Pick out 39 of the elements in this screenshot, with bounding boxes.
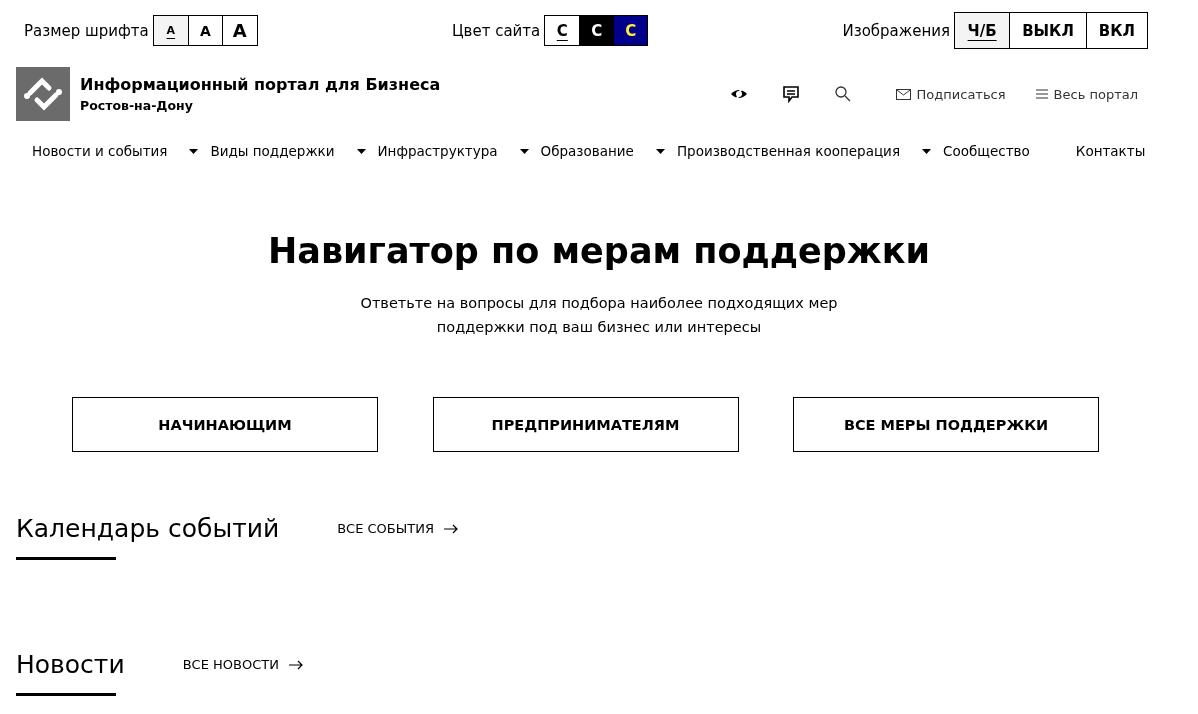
- search-icon[interactable]: [833, 85, 852, 103]
- nav-item[interactable]: Новости и события: [32, 143, 168, 159]
- nav-item[interactable]: Сообщество: [943, 143, 1030, 159]
- site-color-button[interactable]: C: [613, 16, 648, 45]
- caret-icon[interactable]: [655, 148, 665, 154]
- category-button[interactable]: ВСЕ МЕРЫ ПОДДЕРЖКИ: [793, 397, 1099, 452]
- nav-item[interactable]: Производственная кооперация: [676, 143, 900, 159]
- font-size-button[interactable]: A: [153, 16, 188, 45]
- see-all-link[interactable]: ВСЕ НОВОСТИ: [182, 657, 303, 672]
- mail-icon: [895, 88, 911, 100]
- category-button[interactable]: НАЧИНАЮЩИМ: [72, 397, 378, 452]
- subscribe-link[interactable]: Подписаться: [895, 86, 1006, 102]
- nav-item[interactable]: Инфраструктура: [377, 143, 498, 159]
- page-subtitle: Ответьте на вопросы для подбора наиболее подходящих мер поддержки под ваш бизнес или интересы: [359, 294, 839, 337]
- site-color-label: Цвет сайта: [451, 21, 541, 40]
- section-heading: Календарь событий: [16, 514, 280, 543]
- portal-title: Информационный портал для Бизнеса: [80, 75, 441, 94]
- caret-icon[interactable]: [189, 148, 199, 154]
- nav-item[interactable]: Контакты: [1075, 143, 1146, 159]
- all-portal-link[interactable]: Весь портал: [1035, 86, 1138, 102]
- section-heading: Новости: [16, 650, 125, 679]
- nav-item[interactable]: Образование: [540, 143, 634, 159]
- caret-icon[interactable]: [519, 148, 529, 154]
- font-size-label: Размер шрифта: [24, 21, 149, 40]
- nav-item[interactable]: Виды поддержки: [210, 143, 335, 159]
- city-name: Ростов-на-Дону: [80, 98, 194, 113]
- category-button[interactable]: ПРЕДПРИНИМАТЕЛЯМ: [432, 397, 739, 452]
- page-heading: Навигатор по мерам поддержки: [267, 231, 931, 271]
- menu-icon: [1035, 89, 1048, 99]
- arrow-icon: [288, 659, 303, 670]
- images-label: Изображения: [842, 21, 951, 40]
- site-color-button[interactable]: C: [579, 16, 614, 45]
- images-button[interactable]: Ч/Б: [955, 13, 1010, 48]
- caret-icon[interactable]: [356, 148, 366, 154]
- chat-icon[interactable]: [781, 85, 800, 103]
- arrow-icon: [443, 523, 458, 534]
- see-all-link[interactable]: ВСЕ СОБЫТИЯ: [337, 521, 458, 536]
- logo-icon[interactable]: [16, 67, 70, 121]
- caret-icon[interactable]: [922, 148, 931, 154]
